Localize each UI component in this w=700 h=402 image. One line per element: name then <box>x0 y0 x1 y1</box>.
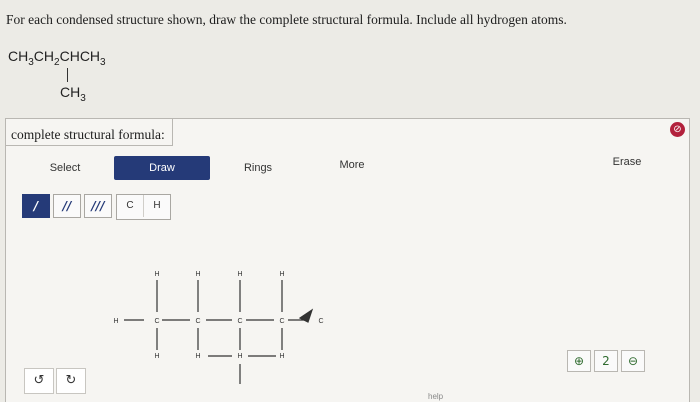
drawing-toolbar: Select Draw Rings More Erase <box>5 153 688 181</box>
redo-icon[interactable]: ↻ <box>56 368 86 394</box>
question-text: For each condensed structure shown, draw… <box>6 12 567 27</box>
label-divider-vertical <box>172 119 173 146</box>
tab-draw[interactable]: Draw <box>114 156 210 180</box>
carbon-atom-button[interactable]: C <box>117 195 143 217</box>
tab-erase[interactable]: Erase <box>603 150 651 174</box>
zoom-controls: ⊕ 2 ⊖ <box>567 350 645 372</box>
condensed-formula: CH3CH2CHCH3 <box>8 48 106 68</box>
branch-methyl: CH3 <box>60 84 86 104</box>
branch-bond-line <box>67 68 68 82</box>
zoom-in-icon[interactable]: ⊕ <box>567 350 591 372</box>
history-controls: ↺ ↻ <box>24 368 86 394</box>
hydrogen-atom-button[interactable]: H <box>143 195 170 217</box>
panel-label: complete structural formula: <box>11 127 165 142</box>
reset-zoom-icon[interactable]: 2 <box>594 350 618 372</box>
zoom-out-icon[interactable]: ⊖ <box>621 350 645 372</box>
triple-bond-button[interactable]: /// <box>84 194 112 218</box>
help-link[interactable]: help <box>428 392 443 401</box>
single-bond-button[interactable]: / <box>22 194 50 218</box>
atom-tools: C H <box>116 194 171 220</box>
tab-rings[interactable]: Rings <box>232 156 284 180</box>
tab-select[interactable]: Select <box>35 156 95 180</box>
double-bond-button[interactable]: // <box>53 194 81 218</box>
tab-more[interactable]: More <box>328 153 376 177</box>
clear-icon[interactable]: ⊘ <box>670 122 685 137</box>
undo-icon[interactable]: ↺ <box>24 368 54 394</box>
label-divider <box>6 145 172 146</box>
bond-tools: / // /// <box>22 194 112 218</box>
